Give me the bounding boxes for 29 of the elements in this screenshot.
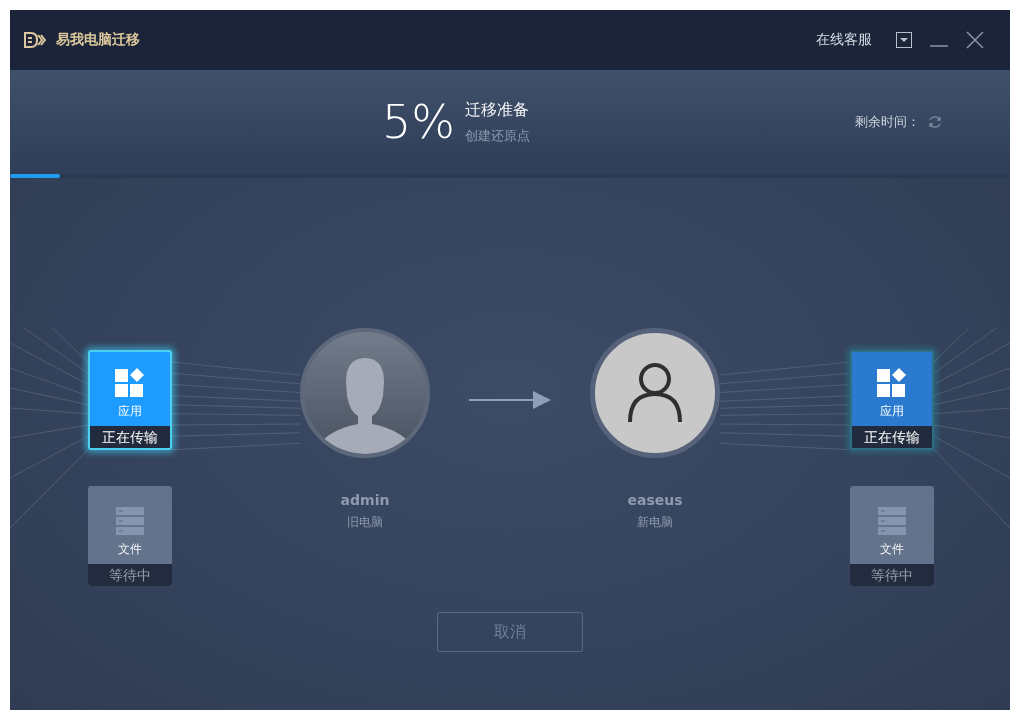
window-title: 易我电脑迁移 bbox=[56, 31, 140, 49]
tile-label: 应用 bbox=[880, 403, 904, 420]
progress-percent: 5% bbox=[382, 95, 455, 149]
computer-role: 新电脑 bbox=[637, 514, 673, 531]
apps-icon bbox=[115, 367, 145, 397]
close-icon bbox=[966, 31, 984, 49]
tile-label: 文件 bbox=[118, 541, 142, 558]
apps-icon bbox=[877, 367, 907, 397]
computer-name: easeus bbox=[627, 492, 683, 508]
remaining-time-label: 剩余时间： bbox=[855, 113, 920, 131]
tile-label: 文件 bbox=[880, 541, 904, 558]
stage-title: 迁移准备 bbox=[465, 99, 530, 121]
computer-name: admin bbox=[340, 492, 390, 508]
stage-step: 创建还原点 bbox=[465, 126, 530, 145]
dropdown-icon bbox=[896, 32, 912, 48]
refresh-icon bbox=[928, 115, 942, 129]
support-link[interactable]: 在线客服 bbox=[816, 31, 872, 49]
tile-status: 正在传输 bbox=[852, 426, 932, 448]
minimize-icon bbox=[930, 45, 948, 47]
tile-status: 正在传输 bbox=[90, 426, 170, 448]
logo-icon bbox=[24, 32, 46, 48]
arrow-icon bbox=[469, 390, 551, 410]
storage-icon bbox=[878, 507, 906, 535]
user-outline-icon bbox=[627, 362, 683, 424]
tile-status: 等待中 bbox=[88, 564, 172, 586]
tile-status: 等待中 bbox=[850, 564, 934, 586]
storage-icon bbox=[116, 507, 144, 535]
computer-role: 旧电脑 bbox=[347, 514, 383, 531]
tile-label: 应用 bbox=[118, 403, 142, 420]
